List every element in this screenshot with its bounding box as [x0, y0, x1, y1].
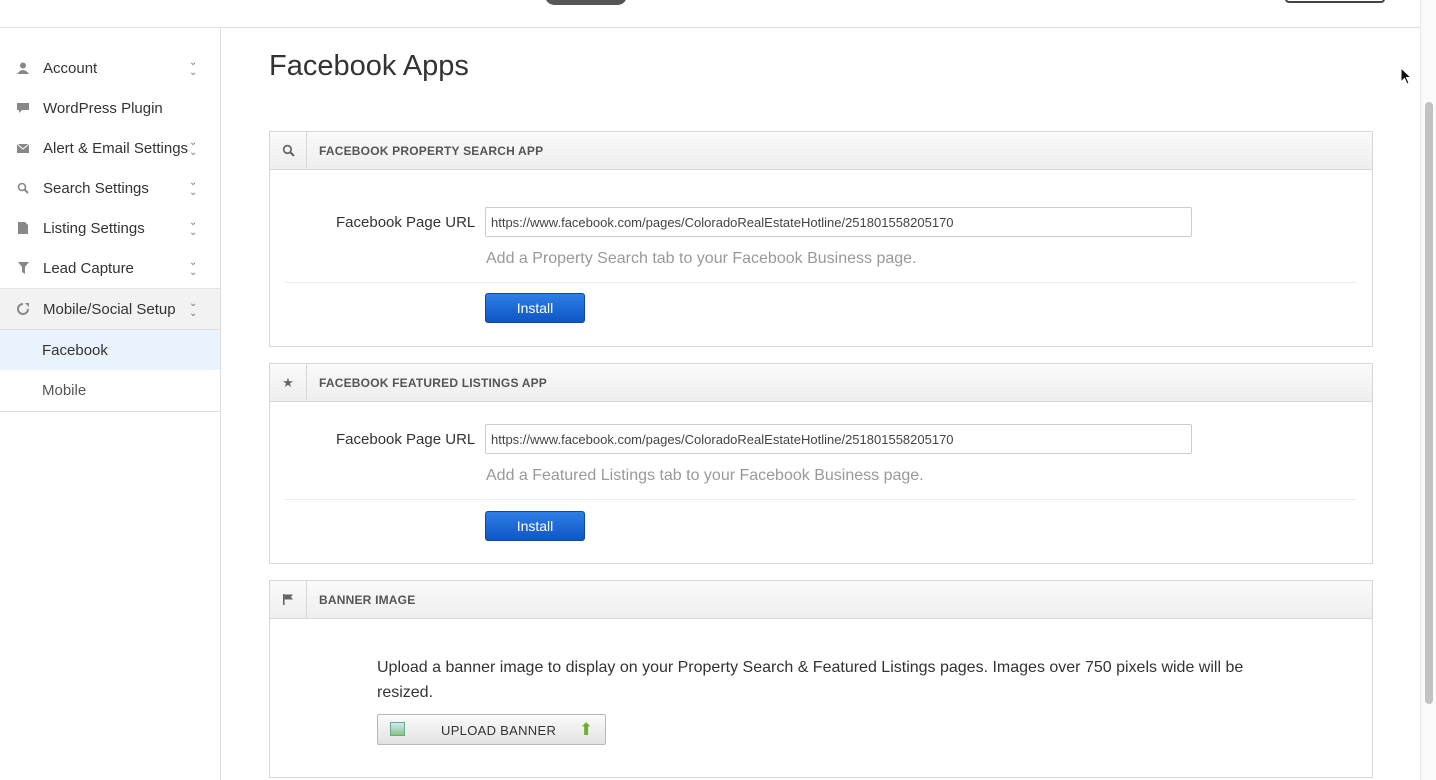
sidebar-item-mobile-social-setup[interactable]: Mobile/Social Setup ⌄ ⌄	[0, 288, 220, 330]
scrollbar[interactable]	[1420, 0, 1436, 780]
banner-description: Upload a banner image to display on your…	[377, 659, 1244, 701]
panel-header: FACEBOOK PROPERTY SEARCH APP	[270, 132, 1372, 170]
sidebar-item-label: Listing Settings	[43, 219, 145, 237]
facebook-page-url-label: Facebook Page URL	[336, 431, 476, 448]
chevron-down-icon[interactable]: ⌄ ⌄	[189, 58, 197, 78]
sidebar-item-account[interactable]: Account ⌄ ⌄	[0, 48, 220, 88]
search-icon	[270, 132, 307, 169]
chevron-down-icon[interactable]: ⌄ ⌄	[189, 218, 197, 238]
sidebar: Account ⌄ ⌄ WordPress Plugin Alert & Emai…	[0, 28, 221, 780]
panel-title: BANNER IMAGE	[319, 593, 416, 607]
chevron-down-icon[interactable]: ⌄ ⌄	[189, 138, 197, 158]
help-text: Add a Property Search tab to your Facebo…	[486, 250, 917, 267]
mouse-cursor-icon	[1400, 66, 1413, 88]
scrollbar-thumb[interactable]	[1425, 102, 1433, 704]
top-action-button[interactable]	[1285, 0, 1385, 3]
search-icon	[16, 181, 30, 195]
property-search-panel: FACEBOOK PROPERTY SEARCH APP Facebook Pa…	[269, 131, 1373, 347]
chevron-down-icon[interactable]: ⌄ ⌄	[189, 299, 197, 319]
filter-icon	[16, 261, 30, 275]
sidebar-item-lead-capture[interactable]: Lead Capture ⌄ ⌄	[0, 248, 220, 288]
sidebar-item-label: Alert & Email Settings	[43, 139, 189, 157]
sidebar-subitem-label: Facebook	[42, 341, 108, 359]
upload-arrow-icon: ⬆	[579, 720, 594, 739]
user-icon	[16, 61, 30, 75]
upload-banner-button[interactable]: UPLOAD BANNER ⬆	[377, 714, 606, 745]
facebook-page-url-label: Facebook Page URL	[336, 214, 476, 231]
envelope-icon	[16, 141, 30, 155]
featured-listings-panel: ★ FACEBOOK FEATURED LISTINGS APP Faceboo…	[269, 363, 1373, 564]
panel-header: ★ FACEBOOK FEATURED LISTINGS APP	[270, 364, 1372, 402]
upload-banner-label: UPLOAD BANNER	[441, 723, 557, 738]
sidebar-item-listing-settings[interactable]: Listing Settings ⌄ ⌄	[0, 208, 220, 248]
chevron-down-icon[interactable]: ⌄ ⌄	[189, 258, 197, 278]
sidebar-item-label: Account	[43, 59, 98, 77]
top-bar	[0, 0, 1420, 28]
sidebar-item-wordpress-plugin[interactable]: WordPress Plugin	[0, 88, 220, 128]
share-icon	[16, 302, 30, 316]
sidebar-item-label: Lead Capture	[43, 259, 134, 277]
sidebar-item-search-settings[interactable]: Search Settings ⌄ ⌄	[0, 168, 220, 208]
property-search-url-input[interactable]	[485, 207, 1192, 237]
file-icon	[16, 221, 30, 235]
star-icon: ★	[270, 364, 307, 401]
install-property-search-button[interactable]: Install	[485, 293, 585, 323]
banner-image-panel: BANNER IMAGE Upload a banner image to di…	[269, 580, 1373, 778]
sidebar-item-label: WordPress Plugin	[43, 99, 163, 117]
sidebar-subitem-mobile[interactable]: Mobile	[0, 370, 220, 410]
help-text: Add a Featured Listings tab to your Face…	[486, 467, 924, 484]
page-title: Facebook Apps	[269, 50, 469, 82]
image-icon	[390, 722, 405, 736]
sidebar-subitem-label: Mobile	[42, 381, 87, 399]
flag-icon	[270, 581, 307, 618]
comment-icon	[16, 101, 30, 115]
divider	[0, 411, 220, 412]
sidebar-item-label: Search Settings	[43, 179, 149, 197]
sidebar-item-label: Mobile/Social Setup	[43, 300, 176, 318]
chevron-down-icon[interactable]: ⌄ ⌄	[189, 178, 197, 198]
divider	[285, 499, 1357, 500]
top-nav-pill[interactable]	[545, 0, 627, 5]
panel-title: FACEBOOK FEATURED LISTINGS APP	[319, 376, 548, 390]
sidebar-item-alert-email-settings[interactable]: Alert & Email Settings ⌄ ⌄	[0, 128, 220, 168]
install-featured-listings-button[interactable]: Install	[485, 511, 585, 541]
panel-header: BANNER IMAGE	[270, 581, 1372, 619]
divider	[285, 282, 1357, 283]
featured-listings-url-input[interactable]	[485, 424, 1192, 454]
panel-title: FACEBOOK PROPERTY SEARCH APP	[319, 144, 544, 158]
sidebar-subitem-facebook[interactable]: Facebook	[0, 330, 220, 370]
